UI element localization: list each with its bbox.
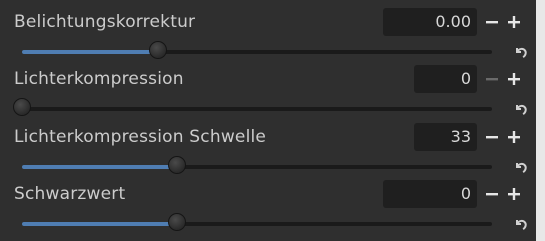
reset-button[interactable]: [511, 42, 531, 62]
minus-icon: [486, 21, 498, 24]
slider-knob[interactable]: [149, 41, 168, 59]
slider-row-schwarzwert: Schwarzwert 0: [0, 178, 536, 236]
slider-knob[interactable]: [168, 213, 187, 231]
window-edge: [536, 0, 545, 241]
slider-label: Belichtungskorrektur: [14, 12, 196, 32]
reset-button[interactable]: [511, 99, 531, 119]
slider-knob[interactable]: [168, 156, 187, 174]
slider-knob[interactable]: [13, 98, 31, 116]
value-field[interactable]: 33: [414, 123, 477, 151]
reset-undo-icon: [516, 47, 527, 58]
decrease-button[interactable]: [481, 123, 503, 151]
plus-icon: [508, 16, 520, 28]
minus-icon: [486, 78, 498, 81]
value-field[interactable]: 0: [414, 65, 477, 93]
decrease-button[interactable]: [481, 8, 503, 36]
minus-icon: [486, 193, 498, 196]
exposure-panel: Belichtungskorrektur 0.00 Lichterkompres…: [0, 0, 536, 241]
increase-button[interactable]: [503, 65, 525, 93]
slider-row-belichtungskorrektur: Belichtungskorrektur 0.00: [0, 6, 536, 64]
slider-fill: [22, 222, 178, 226]
plus-icon: [508, 188, 520, 200]
value-field[interactable]: 0: [383, 180, 477, 208]
reset-button[interactable]: [511, 214, 531, 234]
slider-track[interactable]: [22, 156, 492, 174]
slider-label: Schwarzwert: [14, 184, 126, 204]
slider-label: Lichterkompression: [14, 69, 184, 89]
reset-undo-icon: [516, 104, 527, 115]
plus-icon: [508, 73, 520, 85]
reset-undo-icon: [516, 219, 527, 230]
minus-icon: [486, 136, 498, 139]
slider-row-lichterkompression-schwelle: Lichterkompression Schwelle 33: [0, 121, 536, 179]
slider-fill: [22, 50, 159, 54]
slider-track[interactable]: [22, 41, 492, 59]
decrease-button[interactable]: [481, 65, 503, 93]
reset-button[interactable]: [511, 157, 531, 177]
slider-fill: [22, 165, 178, 169]
increase-button[interactable]: [503, 8, 525, 36]
value-field[interactable]: 0.00: [383, 8, 477, 36]
slider-track[interactable]: [13, 98, 492, 116]
slider-track[interactable]: [22, 213, 492, 231]
increase-button[interactable]: [503, 180, 525, 208]
increase-button[interactable]: [503, 123, 525, 151]
slider-label: Lichterkompression Schwelle: [14, 127, 267, 147]
decrease-button[interactable]: [481, 180, 503, 208]
reset-undo-icon: [516, 162, 527, 173]
plus-icon: [508, 131, 520, 143]
slider-row-lichterkompression: Lichterkompression 0: [0, 63, 536, 121]
